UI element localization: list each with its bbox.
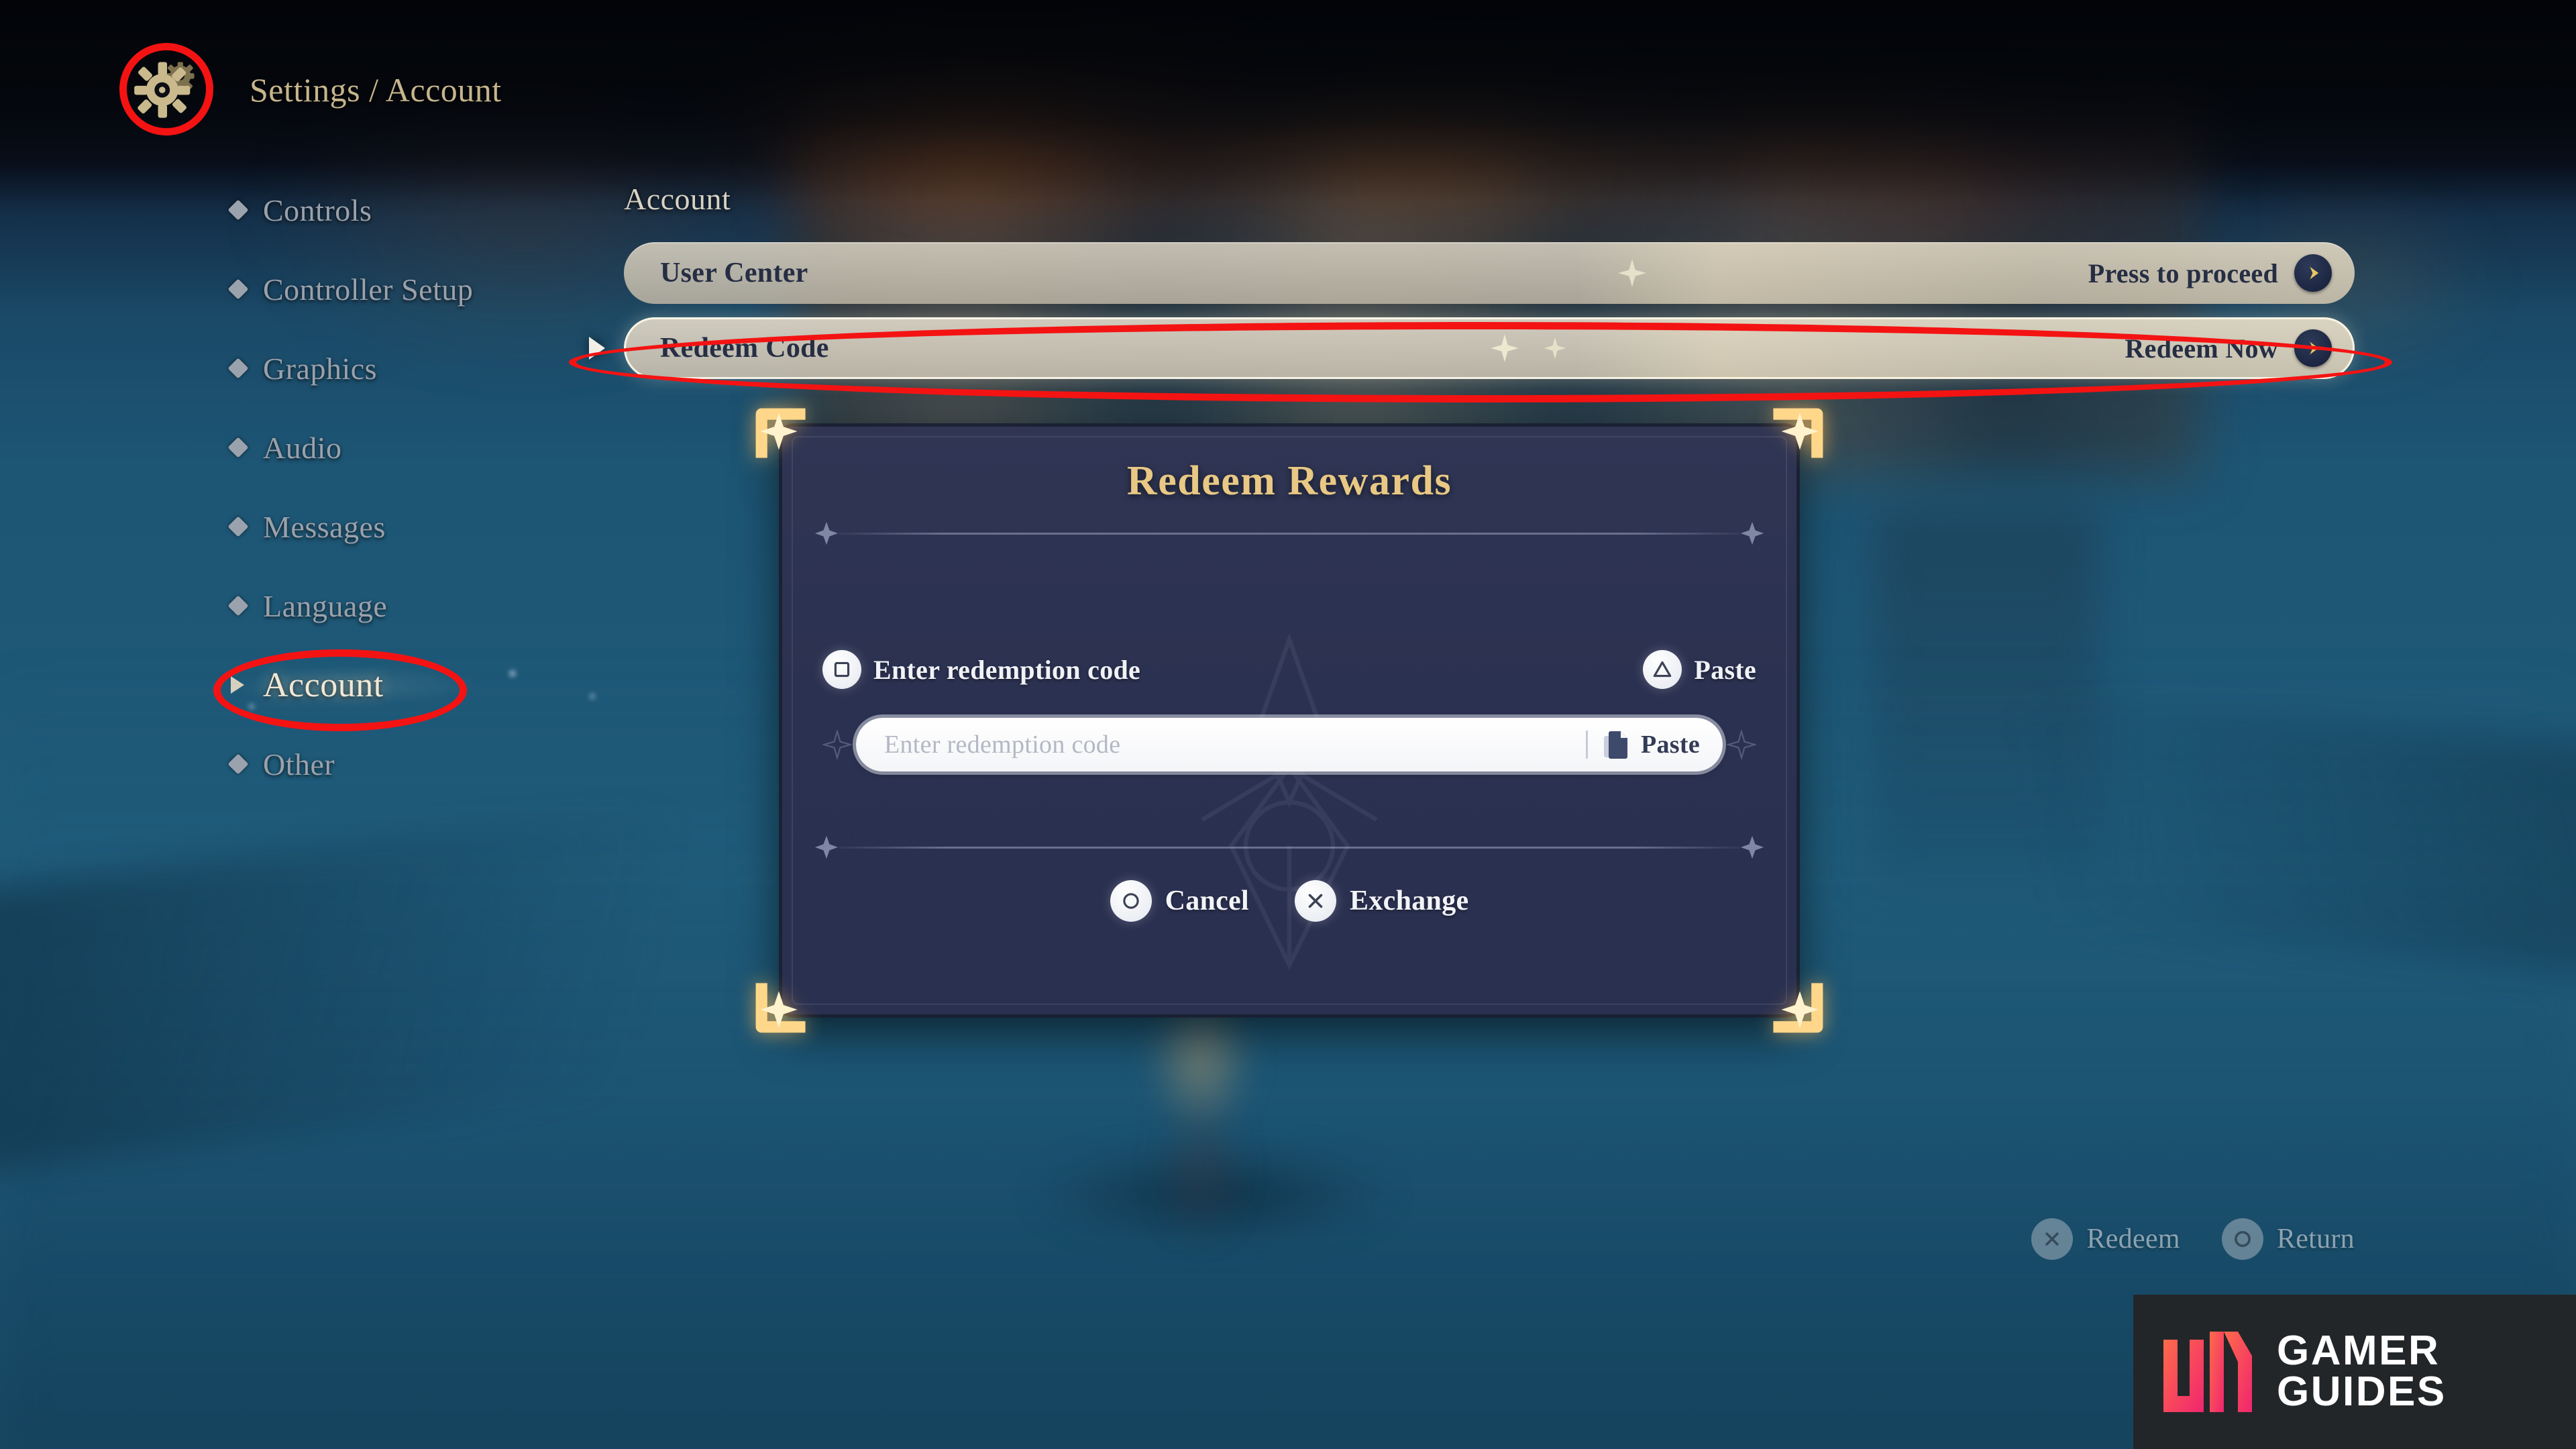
sidebar-item-other[interactable]: Other <box>215 741 644 788</box>
option-value: Press to proceed <box>2088 258 2278 288</box>
dialog-actions: Cancel Exchange <box>782 880 1796 922</box>
watermark-text: GAMER GUIDES <box>2277 1328 2447 1415</box>
annotation-ellipse-account <box>213 649 467 731</box>
diamond-bullet-icon <box>227 199 249 221</box>
corner-ornament-icon <box>1773 408 1823 458</box>
redeem-rewards-dialog: Redeem Rewards Enter redemption code Pas… <box>755 408 1823 1033</box>
option-right-group: Press to proceed <box>2088 254 2355 292</box>
sparkle-icon <box>1618 259 1646 287</box>
redemption-code-input[interactable]: Enter redemption code Paste <box>856 718 1723 771</box>
diamond-ornament-icon <box>814 521 839 545</box>
gamer-guides-logo-icon <box>2163 1332 2252 1412</box>
diamond-bullet-icon <box>227 516 249 537</box>
square-button-icon <box>822 650 861 689</box>
dialog-body: Redeem Rewards Enter redemption code Pas… <box>782 427 1796 1014</box>
dialog-divider-top <box>814 521 1764 545</box>
diamond-ornament-icon <box>1727 730 1756 759</box>
sidebar-item-messages[interactable]: Messages <box>215 503 644 550</box>
sidebar-item-label: Graphics <box>263 351 378 386</box>
chevron-right-icon[interactable] <box>2294 254 2332 292</box>
diamond-bullet-icon <box>227 595 249 616</box>
diamond-bullet-icon <box>227 753 249 775</box>
header: Settings / Account <box>0 0 2576 161</box>
hint-paste[interactable]: Paste <box>1643 650 1756 689</box>
option-label: User Center <box>660 258 808 288</box>
sidebar-item-label: Controls <box>263 193 372 227</box>
cross-button-icon <box>2031 1218 2074 1260</box>
diamond-ornament-icon <box>1740 835 1764 859</box>
watermark-line1: GAMER <box>2277 1328 2440 1375</box>
cancel-button[interactable]: Cancel <box>1110 880 1249 922</box>
triangle-button-icon <box>1643 650 1682 689</box>
background-character <box>1100 986 1301 1241</box>
page-title: Account <box>624 182 731 216</box>
dialog-title: Redeem Rewards <box>1126 458 1452 504</box>
option-row-user-center[interactable]: User Center Press to proceed <box>624 242 2355 304</box>
diamond-bullet-icon <box>227 278 249 300</box>
sidebar-item-controller-setup[interactable]: Controller Setup <box>215 266 644 313</box>
sidebar-item-label: Other <box>263 747 335 782</box>
divider-line <box>839 532 1740 535</box>
annotation-ellipse-gear <box>119 43 213 136</box>
dialog-divider-bottom <box>814 835 1764 859</box>
sidebar-item-audio[interactable]: Audio <box>215 424 644 471</box>
watermark-line2: GUIDES <box>2277 1368 2447 1415</box>
corner-ornament-icon <box>1773 983 1823 1033</box>
exchange-button-label: Exchange <box>1350 885 1469 916</box>
footer-hints: Redeem Return <box>2031 1218 2355 1260</box>
breadcrumb: Settings / Account <box>250 71 502 109</box>
footer-hint-redeem[interactable]: Redeem <box>2031 1218 2180 1260</box>
circle-button-icon <box>1110 880 1152 922</box>
hint-label: Enter redemption code <box>873 654 1141 685</box>
copy-paste-icon <box>1603 731 1627 759</box>
diamond-ornament-icon <box>822 730 852 759</box>
annotation-ellipse-redeem-code <box>569 322 2392 402</box>
sidebar-item-label: Language <box>263 588 388 623</box>
diamond-ornament-icon <box>1740 521 1764 545</box>
footer-hint-return[interactable]: Return <box>2221 1218 2355 1260</box>
diamond-bullet-icon <box>227 358 249 379</box>
cross-button-icon <box>1295 880 1337 922</box>
sidebar-item-label: Messages <box>263 509 386 544</box>
paste-button-label: Paste <box>1640 731 1700 759</box>
diamond-bullet-icon <box>227 437 249 458</box>
paste-button[interactable]: Paste <box>1586 730 1700 759</box>
exchange-button[interactable]: Exchange <box>1295 880 1468 922</box>
hint-enter-code[interactable]: Enter redemption code <box>822 650 1140 689</box>
hint-label: Paste <box>1694 654 1756 685</box>
sidebar-item-label: Audio <box>263 430 342 465</box>
redemption-code-field-row: Enter redemption code Paste <box>822 714 1756 775</box>
corner-ornament-icon <box>755 983 806 1033</box>
diamond-ornament-icon <box>814 835 839 859</box>
divider-line <box>839 846 1740 849</box>
dialog-hint-row: Enter redemption code Paste <box>822 648 1756 691</box>
sidebar-item-controls[interactable]: Controls <box>215 186 644 233</box>
circle-button-icon <box>2221 1218 2263 1260</box>
sidebar-item-language[interactable]: Language <box>215 582 644 629</box>
input-placeholder: Enter redemption code <box>884 731 1121 759</box>
sidebar-item-label: Controller Setup <box>263 272 474 307</box>
cancel-button-label: Cancel <box>1165 885 1250 916</box>
footer-hint-label: Return <box>2276 1224 2355 1254</box>
gamer-guides-watermark: GAMER GUIDES <box>2133 1295 2576 1449</box>
footer-hint-label: Redeem <box>2086 1224 2180 1254</box>
corner-ornament-icon <box>755 408 806 458</box>
